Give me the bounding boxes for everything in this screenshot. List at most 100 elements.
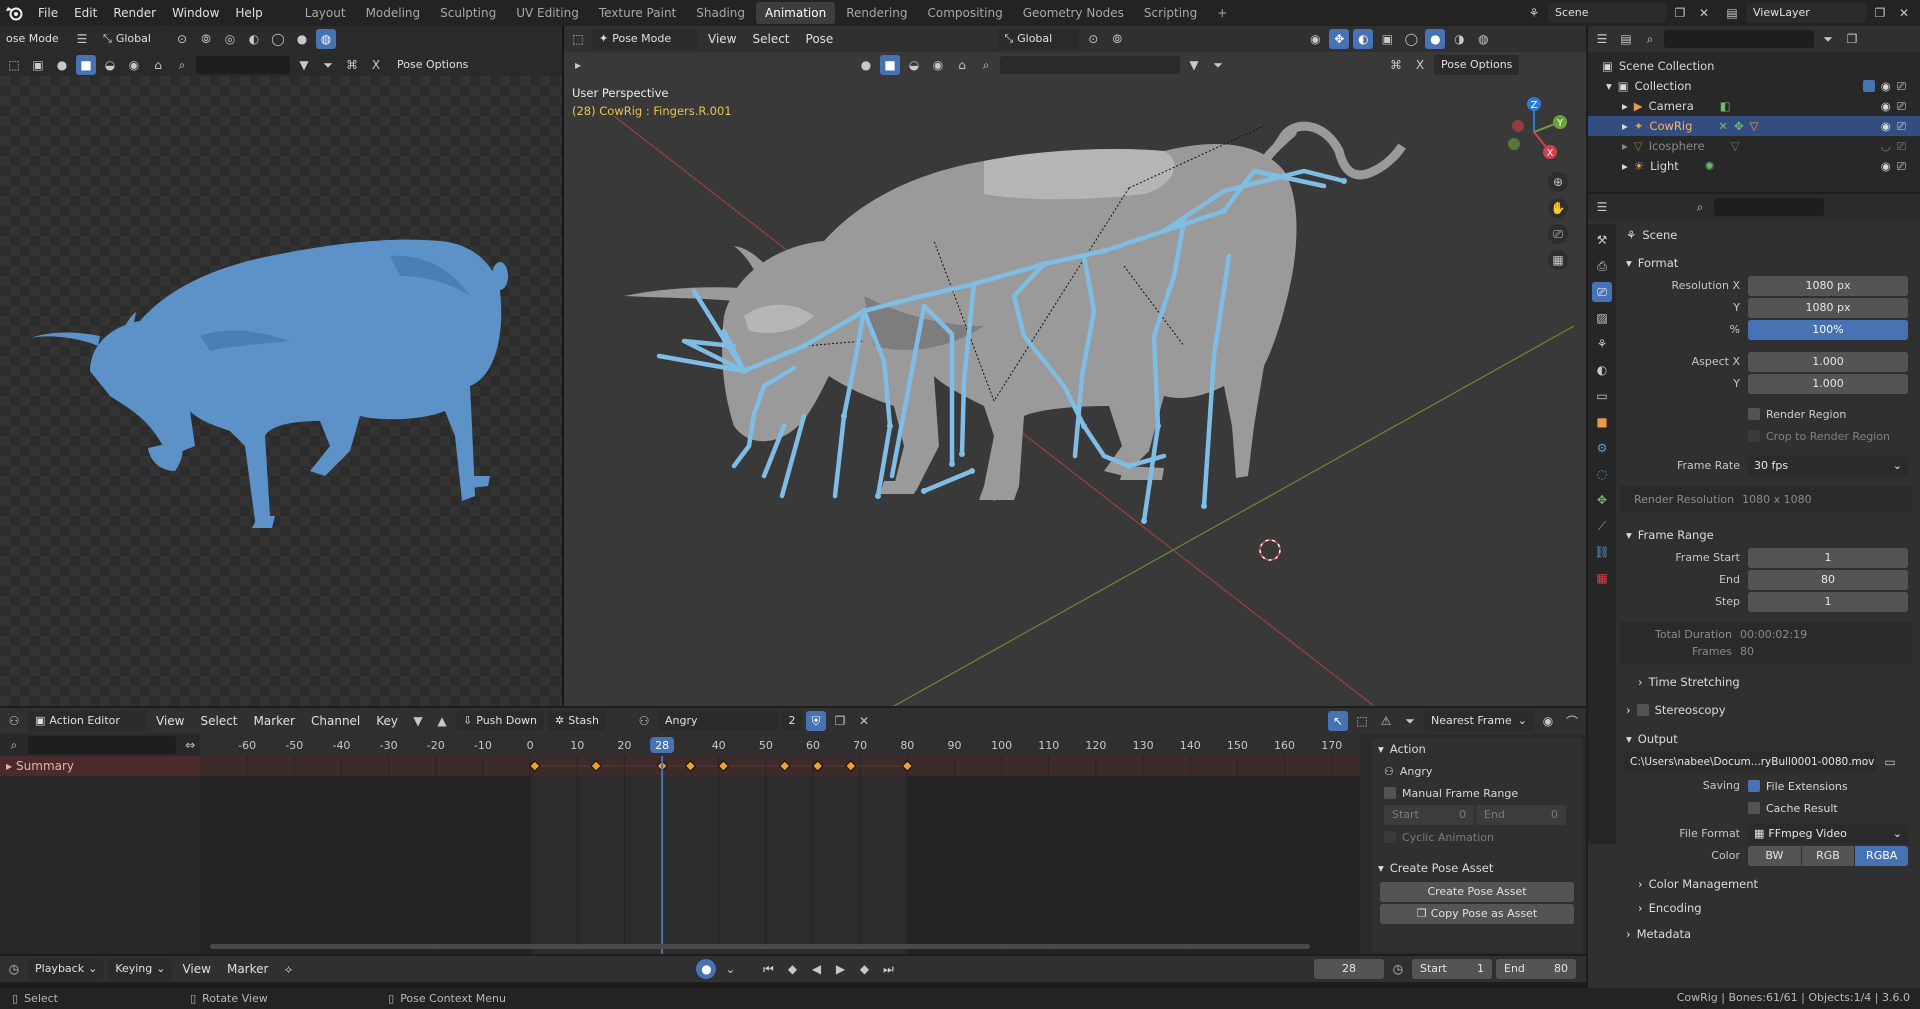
wire-shading-icon[interactable]: ◯: [1401, 29, 1421, 49]
view-layer-tab-icon[interactable]: ▨: [1592, 308, 1612, 328]
manual-end-field[interactable]: End 0: [1476, 805, 1566, 825]
tab-sculpting[interactable]: Sculpting: [431, 2, 505, 24]
color-wheel-icon[interactable]: ●: [52, 55, 72, 75]
cowrig-render-icon[interactable]: ⎚: [1897, 119, 1906, 134]
sphere-icon[interactable]: ◒: [100, 55, 120, 75]
light-eye-icon[interactable]: ◉: [1881, 159, 1891, 173]
action-panel-header[interactable]: ▾ Action: [1372, 738, 1582, 760]
view-layer-icon[interactable]: ▤: [1722, 3, 1742, 23]
new-view-layer-icon[interactable]: ❐: [1870, 3, 1890, 23]
outliner-item-light[interactable]: ▸ ☀ Light ✺ ◉ ⎚: [1602, 156, 1920, 176]
viewport-search-icon[interactable]: ⌕: [976, 55, 996, 75]
viewport-menu-select[interactable]: Select: [746, 26, 795, 52]
manual-range-row[interactable]: Manual Frame Range: [1372, 782, 1582, 804]
left-search-field[interactable]: [196, 56, 290, 74]
resolution-percent-slider[interactable]: 100%: [1748, 320, 1908, 340]
editor-type-icon[interactable]: ⬚: [568, 29, 588, 49]
bone-tab-icon[interactable]: ⟋: [1592, 516, 1612, 536]
lock-icon[interactable]: ⌂: [148, 55, 168, 75]
cowrig-eye-icon[interactable]: ◉: [1881, 119, 1891, 133]
viewport-menu-pose[interactable]: Pose: [800, 26, 840, 52]
material-preview-icon[interactable]: ◑: [1449, 29, 1469, 49]
modifier-tab-icon[interactable]: ⚙: [1592, 438, 1612, 458]
tab-layout[interactable]: Layout: [296, 2, 355, 24]
viewport-mirror-icon[interactable]: ⌘: [1386, 55, 1406, 75]
preview-range-clock-icon[interactable]: ◷: [1388, 959, 1408, 979]
cyclic-row[interactable]: Cyclic Animation: [1372, 826, 1582, 848]
pivot-icon[interactable]: ⊙: [172, 29, 192, 49]
shading-sphere-icon[interactable]: ◒: [904, 55, 924, 75]
swap-icon[interactable]: ⇔: [180, 735, 200, 755]
keying-menu[interactable]: Keying ⌄: [108, 959, 173, 979]
jump-start-icon[interactable]: ⏮: [758, 959, 778, 979]
collection-exclude-checkbox[interactable]: [1862, 80, 1875, 92]
grid-perspective-icon[interactable]: ▦: [1548, 250, 1568, 270]
metadata-header[interactable]: › Metadata: [1620, 922, 1916, 946]
snapping-icon[interactable]: ⦾: [1107, 29, 1127, 49]
resolution-x-field[interactable]: 1080 px: [1748, 276, 1908, 296]
render-region-checkbox-row[interactable]: Render Region: [1748, 404, 1908, 424]
menu-window[interactable]: Window: [164, 0, 227, 26]
scene-selector[interactable]: Scene: [1548, 3, 1666, 23]
scene-icon[interactable]: ⚘: [1524, 3, 1544, 23]
icosphere-render-icon[interactable]: ⎚: [1897, 139, 1906, 154]
only-selected-icon[interactable]: ↖: [1328, 711, 1348, 731]
blender-logo-icon[interactable]: [4, 3, 24, 23]
main-orientation-selector[interactable]: ⤡ Global: [997, 29, 1080, 49]
tab-shading[interactable]: Shading: [687, 2, 754, 24]
gizmo-toggle-icon[interactable]: ✥: [1329, 29, 1350, 49]
viewport-menu-view[interactable]: View: [702, 26, 742, 52]
pivot-point-icon[interactable]: ⊙: [1083, 29, 1103, 49]
x-mirror-icon[interactable]: X: [366, 55, 386, 75]
left-pose-options-button[interactable]: Pose Options: [390, 55, 476, 75]
timeline-end-field[interactable]: End 80: [1496, 959, 1576, 979]
zoom-icon[interactable]: ⊕: [1548, 172, 1568, 192]
view-layer-selector[interactable]: ViewLayer: [1746, 3, 1866, 23]
manual-start-field[interactable]: Start 0: [1384, 805, 1474, 825]
frame-range-panel-header[interactable]: ▾ Frame Range: [1620, 522, 1916, 548]
pose-library-icon[interactable]: ⌂: [952, 55, 972, 75]
menu-render[interactable]: Render: [105, 0, 164, 26]
left-viewport[interactable]: ose Mode ☰ ⤡ Global ⊙ ⦾ ◎ ◐ ◯ ● ◍ ⬚ ▣ ● ■…: [0, 26, 562, 706]
outliner-search-icon[interactable]: ⌕: [1640, 29, 1660, 49]
outliner-item-camera[interactable]: ▸ ▶ Camera ◧ ◉ ⎚: [1602, 96, 1920, 116]
auto-keying-record-icon[interactable]: ●: [696, 959, 717, 979]
icosphere-eye-closed-icon[interactable]: ◡: [1881, 139, 1891, 153]
action-users-count[interactable]: 2: [782, 711, 802, 731]
prev-keyframe-icon[interactable]: ◆: [782, 959, 802, 979]
tab-uv-editing[interactable]: UV Editing: [507, 2, 588, 24]
dopesheet-filter-icon[interactable]: ⏷: [1400, 711, 1420, 731]
cache-result-checkbox[interactable]: [1748, 802, 1760, 814]
viewport-search-field[interactable]: [1000, 56, 1180, 74]
texture-tab-icon[interactable]: ▦: [1592, 568, 1612, 588]
tab-geometry-nodes[interactable]: Geometry Nodes: [1014, 2, 1133, 24]
frame-rate-dropdown[interactable]: 30 fps ⌄: [1748, 456, 1908, 476]
outliner-filter-icon[interactable]: ⏷: [1818, 29, 1838, 49]
select-tool-icon[interactable]: ▸: [568, 55, 588, 75]
show-hidden-icon[interactable]: ⬚: [1352, 711, 1372, 731]
search-icon[interactable]: ⌕: [172, 55, 192, 75]
timeline-start-field[interactable]: Start 1: [1412, 959, 1492, 979]
armature-tab-icon[interactable]: ✥: [1592, 490, 1612, 510]
file-format-dropdown[interactable]: ▦ FFmpeg Video ⌄: [1748, 824, 1908, 844]
menu-edit[interactable]: Edit: [66, 0, 105, 26]
light-render-icon[interactable]: ⎚: [1897, 159, 1906, 174]
tool-tab-icon[interactable]: ⚒: [1592, 230, 1612, 250]
format-panel-header[interactable]: ▾ Format: [1620, 250, 1916, 276]
world-tab-icon[interactable]: ◐: [1592, 360, 1612, 380]
main-pose-options-button[interactable]: Pose Options: [1434, 55, 1520, 75]
properties-search-field[interactable]: [1714, 198, 1824, 216]
summary-channel[interactable]: ▸ Summary: [0, 756, 200, 776]
main-viewport[interactable]: ⬚ ✦ Pose Mode View Select Pose ⤡ Global ⊙ …: [564, 26, 1586, 706]
channel-search-field[interactable]: [27, 736, 177, 754]
duplicate-action-icon[interactable]: ❐: [830, 711, 850, 731]
play-icon[interactable]: ▶: [830, 959, 850, 979]
time-stretching-header[interactable]: › Time Stretching: [1620, 670, 1916, 694]
proportional-icon[interactable]: ◎: [220, 29, 240, 49]
outliner-collection[interactable]: ▾ ▣ Collection ◉ ⎚: [1602, 76, 1920, 96]
menu-help[interactable]: Help: [227, 0, 270, 26]
outliner-editor-icon[interactable]: ☰: [1592, 29, 1612, 49]
create-pose-asset-button[interactable]: Create Pose Asset: [1380, 882, 1574, 902]
only-errors-icon[interactable]: ⚠: [1376, 711, 1396, 731]
color-mode-rgba[interactable]: RGBA: [1855, 846, 1909, 866]
